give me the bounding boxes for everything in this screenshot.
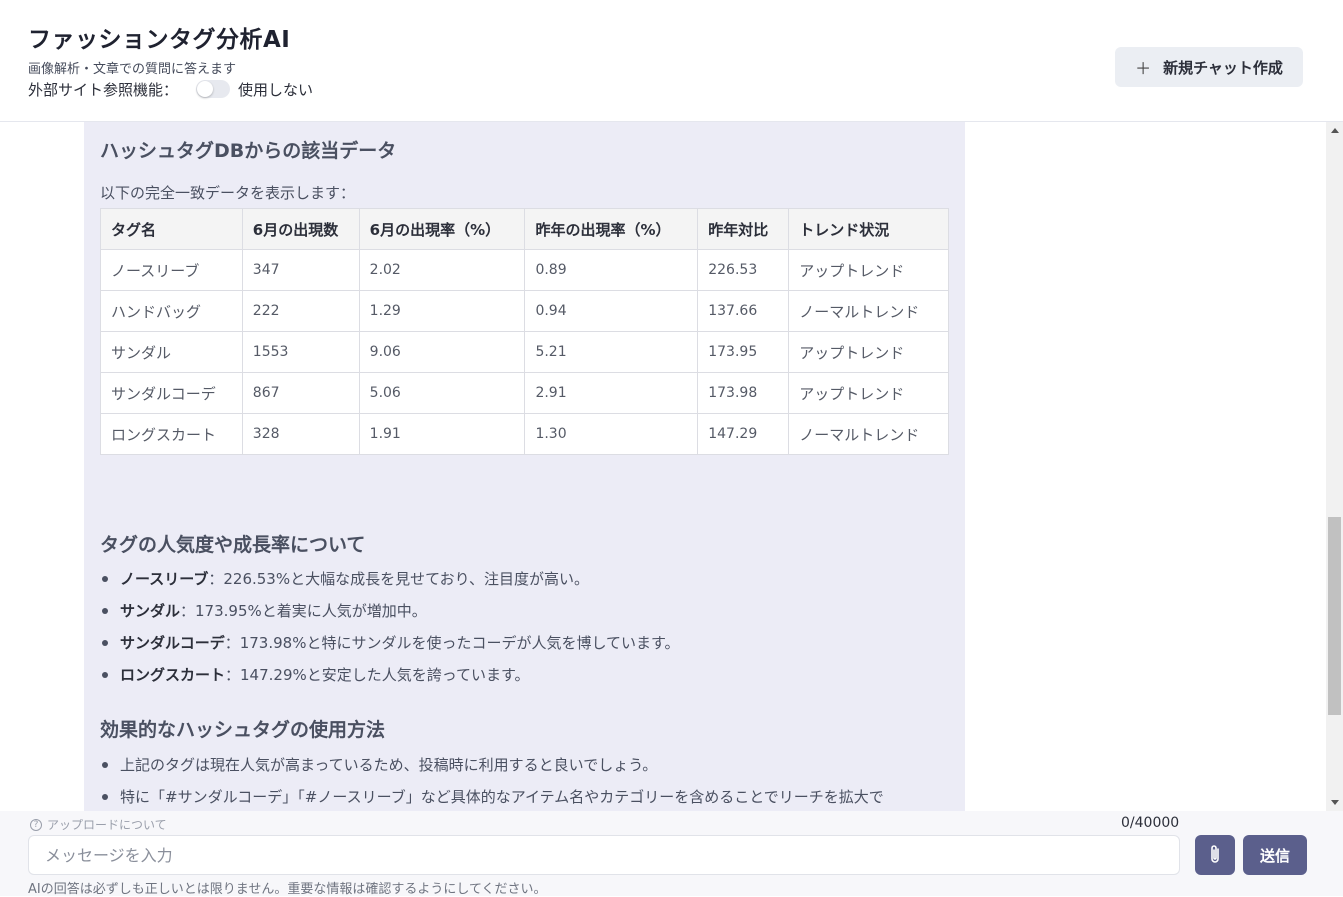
scrollbar-thumb[interactable]: [1328, 517, 1341, 715]
table-cell: 0.89: [524, 249, 699, 291]
table-cell: 226.53: [697, 249, 790, 291]
table-cell: ノーマルトレンド: [788, 413, 949, 455]
table-cell: 173.98: [697, 372, 790, 414]
table-cell: 0.94: [524, 290, 699, 332]
list-item: ノースリーブ：226.53%と大幅な成長を見せており、注目度が高い。: [100, 563, 680, 595]
tag-description: ：173.98%と特にサンダルを使ったコーデが人気を博しています。: [224, 634, 680, 652]
table-cell: 1.30: [524, 413, 699, 455]
paperclip-icon: [1211, 845, 1219, 863]
table-cell: ロングスカート: [100, 413, 243, 455]
upload-info-label: アップロードについて: [47, 818, 167, 832]
external-site-toggle-state: 使用しない: [238, 80, 314, 99]
usage-text: 上記のタグは現在人気が高まっているため、投稿時に利用すると良いでしょう。: [120, 756, 658, 774]
db-data-heading: ハッシュタグDBからの該当データ: [100, 140, 397, 162]
tag-description: ：173.95%と着実に人気が増加中。: [180, 602, 427, 620]
chat-scrollbar[interactable]: [1326, 122, 1343, 811]
table-cell: 1.91: [358, 413, 526, 455]
table-cell: 173.95: [697, 331, 790, 373]
table-row: ハンドバッグ 222 1.29 0.94 137.66 ノーマルトレンド: [100, 290, 949, 332]
list-item: サンダル：173.95%と着実に人気が増加中。: [100, 595, 680, 627]
bullet-icon: [102, 762, 108, 768]
db-data-intro: 以下の完全一致データを表示します：: [100, 184, 356, 202]
table-cell: アップトレンド: [788, 249, 949, 291]
table-header-cell: トレンド状況: [788, 208, 949, 250]
list-item: 特に「#サンダルコーデ」「#ノースリーブ」など具体的なアイテム名やカテゴリーを含…: [100, 781, 884, 811]
list-item: サンダルコーデ：173.98%と特にサンダルを使ったコーデが人気を博しています。: [100, 627, 680, 659]
tag-name: ノースリーブ: [120, 570, 209, 588]
new-chat-label: 新規チャット作成: [1163, 58, 1283, 77]
tag-name: サンダルコーデ: [120, 634, 225, 652]
table-cell: アップトレンド: [788, 372, 949, 414]
table-cell: ハンドバッグ: [100, 290, 243, 332]
usage-heading: 効果的なハッシュタグの使用方法: [100, 719, 386, 741]
table-row: サンダルコーデ 867 5.06 2.91 173.98 アップトレンド: [100, 372, 949, 414]
table-cell: ノーマルトレンド: [788, 290, 949, 332]
table-cell: サンダルコーデ: [100, 372, 243, 414]
character-counter: 0/40000: [1121, 815, 1180, 831]
popularity-list: ノースリーブ：226.53%と大幅な成長を見せており、注目度が高い。 サンダル：…: [100, 563, 680, 691]
ai-disclaimer: AIの回答は必ずしも正しいとは限りません。重要な情報は確認するようにしてください…: [28, 882, 547, 897]
ai-message-bubble: ハッシュタグDBからの該当データ 以下の完全一致データを表示します： タグ名 6…: [84, 122, 965, 811]
table-cell: 328: [241, 413, 360, 455]
table-header-cell: 昨年対比: [697, 208, 790, 250]
hashtag-data-table: タグ名 6月の出現数 6月の出現率（%） 昨年の出現率（%） 昨年対比 トレンド…: [100, 208, 949, 455]
popularity-heading: タグの人気度や成長率について: [100, 534, 366, 556]
table-cell: 2.02: [358, 249, 526, 291]
question-circle-icon: ?: [30, 818, 42, 831]
plus-icon: ＋: [1135, 59, 1152, 78]
bullet-icon: [102, 608, 108, 614]
table-header-cell: 6月の出現率（%）: [358, 208, 526, 250]
table-row: ノースリーブ 347 2.02 0.89 226.53 アップトレンド: [100, 249, 949, 291]
tag-description: ：226.53%と大幅な成長を見せており、注目度が高い。: [208, 570, 590, 588]
table-cell: 347: [241, 249, 360, 291]
external-site-toggle[interactable]: [196, 80, 231, 98]
chat-input-area: ? アップロードについて 0/40000 送信 AIの回答は必ずしも正しいとは限…: [0, 811, 1343, 897]
external-site-label: 外部サイト参照機能：: [28, 80, 179, 99]
table-cell: 867: [241, 372, 360, 414]
bullet-icon: [102, 794, 108, 800]
table-header-row: タグ名 6月の出現数 6月の出現率（%） 昨年の出現率（%） 昨年対比 トレンド…: [100, 208, 949, 250]
tag-description: ：147.29%と安定した人気を誇っています。: [225, 666, 530, 684]
list-item: ロングスカート：147.29%と安定した人気を誇っています。: [100, 659, 680, 691]
table-cell: 1553: [241, 331, 360, 373]
usage-text: 特に「#サンダルコーデ」「#ノースリーブ」など具体的なアイテム名やカテゴリーを含…: [120, 788, 884, 806]
attach-file-button[interactable]: [1195, 835, 1235, 875]
tag-name: サンダル: [120, 602, 181, 620]
list-item: 上記のタグは現在人気が高まっているため、投稿時に利用すると良いでしょう。: [100, 749, 884, 781]
app-header: ファッションタグ分析AI 画像解析・文章での質問に答えます 外部サイト参照機能：…: [0, 0, 1343, 122]
bullet-icon: [102, 576, 108, 582]
tag-name: ロングスカート: [120, 666, 226, 684]
table-cell: 5.06: [358, 372, 526, 414]
scroll-up-arrow-icon[interactable]: [1326, 122, 1343, 139]
table-cell: 5.21: [524, 331, 699, 373]
table-row: ロングスカート 328 1.91 1.30 147.29 ノーマルトレンド: [100, 413, 949, 455]
scroll-down-arrow-icon[interactable]: [1326, 794, 1343, 811]
external-site-setting: 外部サイト参照機能： 使用しない: [28, 79, 313, 99]
table-row: サンダル 1553 9.06 5.21 173.95 アップトレンド: [100, 331, 949, 373]
table-cell: ノースリーブ: [100, 249, 243, 291]
table-cell: 222: [241, 290, 360, 332]
usage-list: 上記のタグは現在人気が高まっているため、投稿時に利用すると良いでしょう。 特に「…: [100, 749, 884, 811]
toggle-knob: [197, 81, 214, 97]
table-cell: サンダル: [100, 331, 243, 373]
app-subtitle: 画像解析・文章での質問に答えます: [28, 62, 237, 77]
table-header-cell: 6月の出現数: [241, 208, 360, 250]
table-cell: 1.29: [358, 290, 526, 332]
new-chat-button[interactable]: ＋ 新規チャット作成: [1115, 47, 1303, 87]
table-cell: 2.91: [524, 372, 699, 414]
upload-info-link[interactable]: ? アップロードについて: [30, 816, 167, 833]
table-cell: 137.66: [697, 290, 790, 332]
bullet-icon: [102, 640, 108, 646]
message-input[interactable]: [28, 835, 1180, 875]
table-cell: 147.29: [697, 413, 790, 455]
chat-area: ハッシュタグDBからの該当データ 以下の完全一致データを表示します： タグ名 6…: [0, 122, 1343, 811]
table-cell: 9.06: [358, 331, 526, 373]
table-header-cell: タグ名: [100, 208, 243, 250]
table-header-cell: 昨年の出現率（%）: [524, 208, 699, 250]
bullet-icon: [102, 672, 108, 678]
app-title: ファッションタグ分析AI: [28, 27, 291, 53]
table-cell: アップトレンド: [788, 331, 949, 373]
send-button[interactable]: 送信: [1243, 835, 1307, 875]
